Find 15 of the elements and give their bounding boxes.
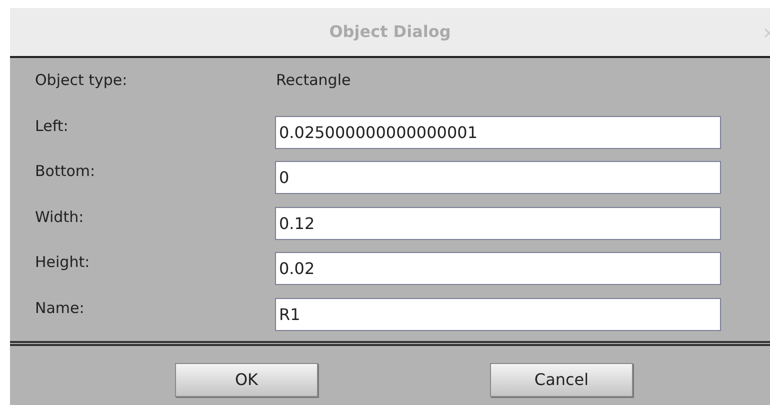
field-label: Height: <box>34 252 91 273</box>
field-label: Bottom: <box>34 161 96 182</box>
dialog-button[interactable]: Cancel <box>490 363 633 397</box>
field-label: Left: <box>34 116 70 136</box>
field-label: Name: <box>34 298 86 318</box>
object-type-value: Rectangle <box>275 70 351 91</box>
input-field[interactable]: 0 <box>275 161 721 194</box>
input-field[interactable]: 0.025000000000000001 <box>275 116 721 148</box>
input-field[interactable]: R1 <box>275 298 721 330</box>
window-title: Object Dialog <box>329 21 451 43</box>
field-label: Object type: <box>34 70 128 91</box>
field-label: Width: <box>34 206 85 228</box>
input-field[interactable]: 0.12 <box>275 206 721 240</box>
input-field[interactable]: 0.02 <box>275 252 721 285</box>
dialog-button[interactable]: OK <box>175 363 318 397</box>
